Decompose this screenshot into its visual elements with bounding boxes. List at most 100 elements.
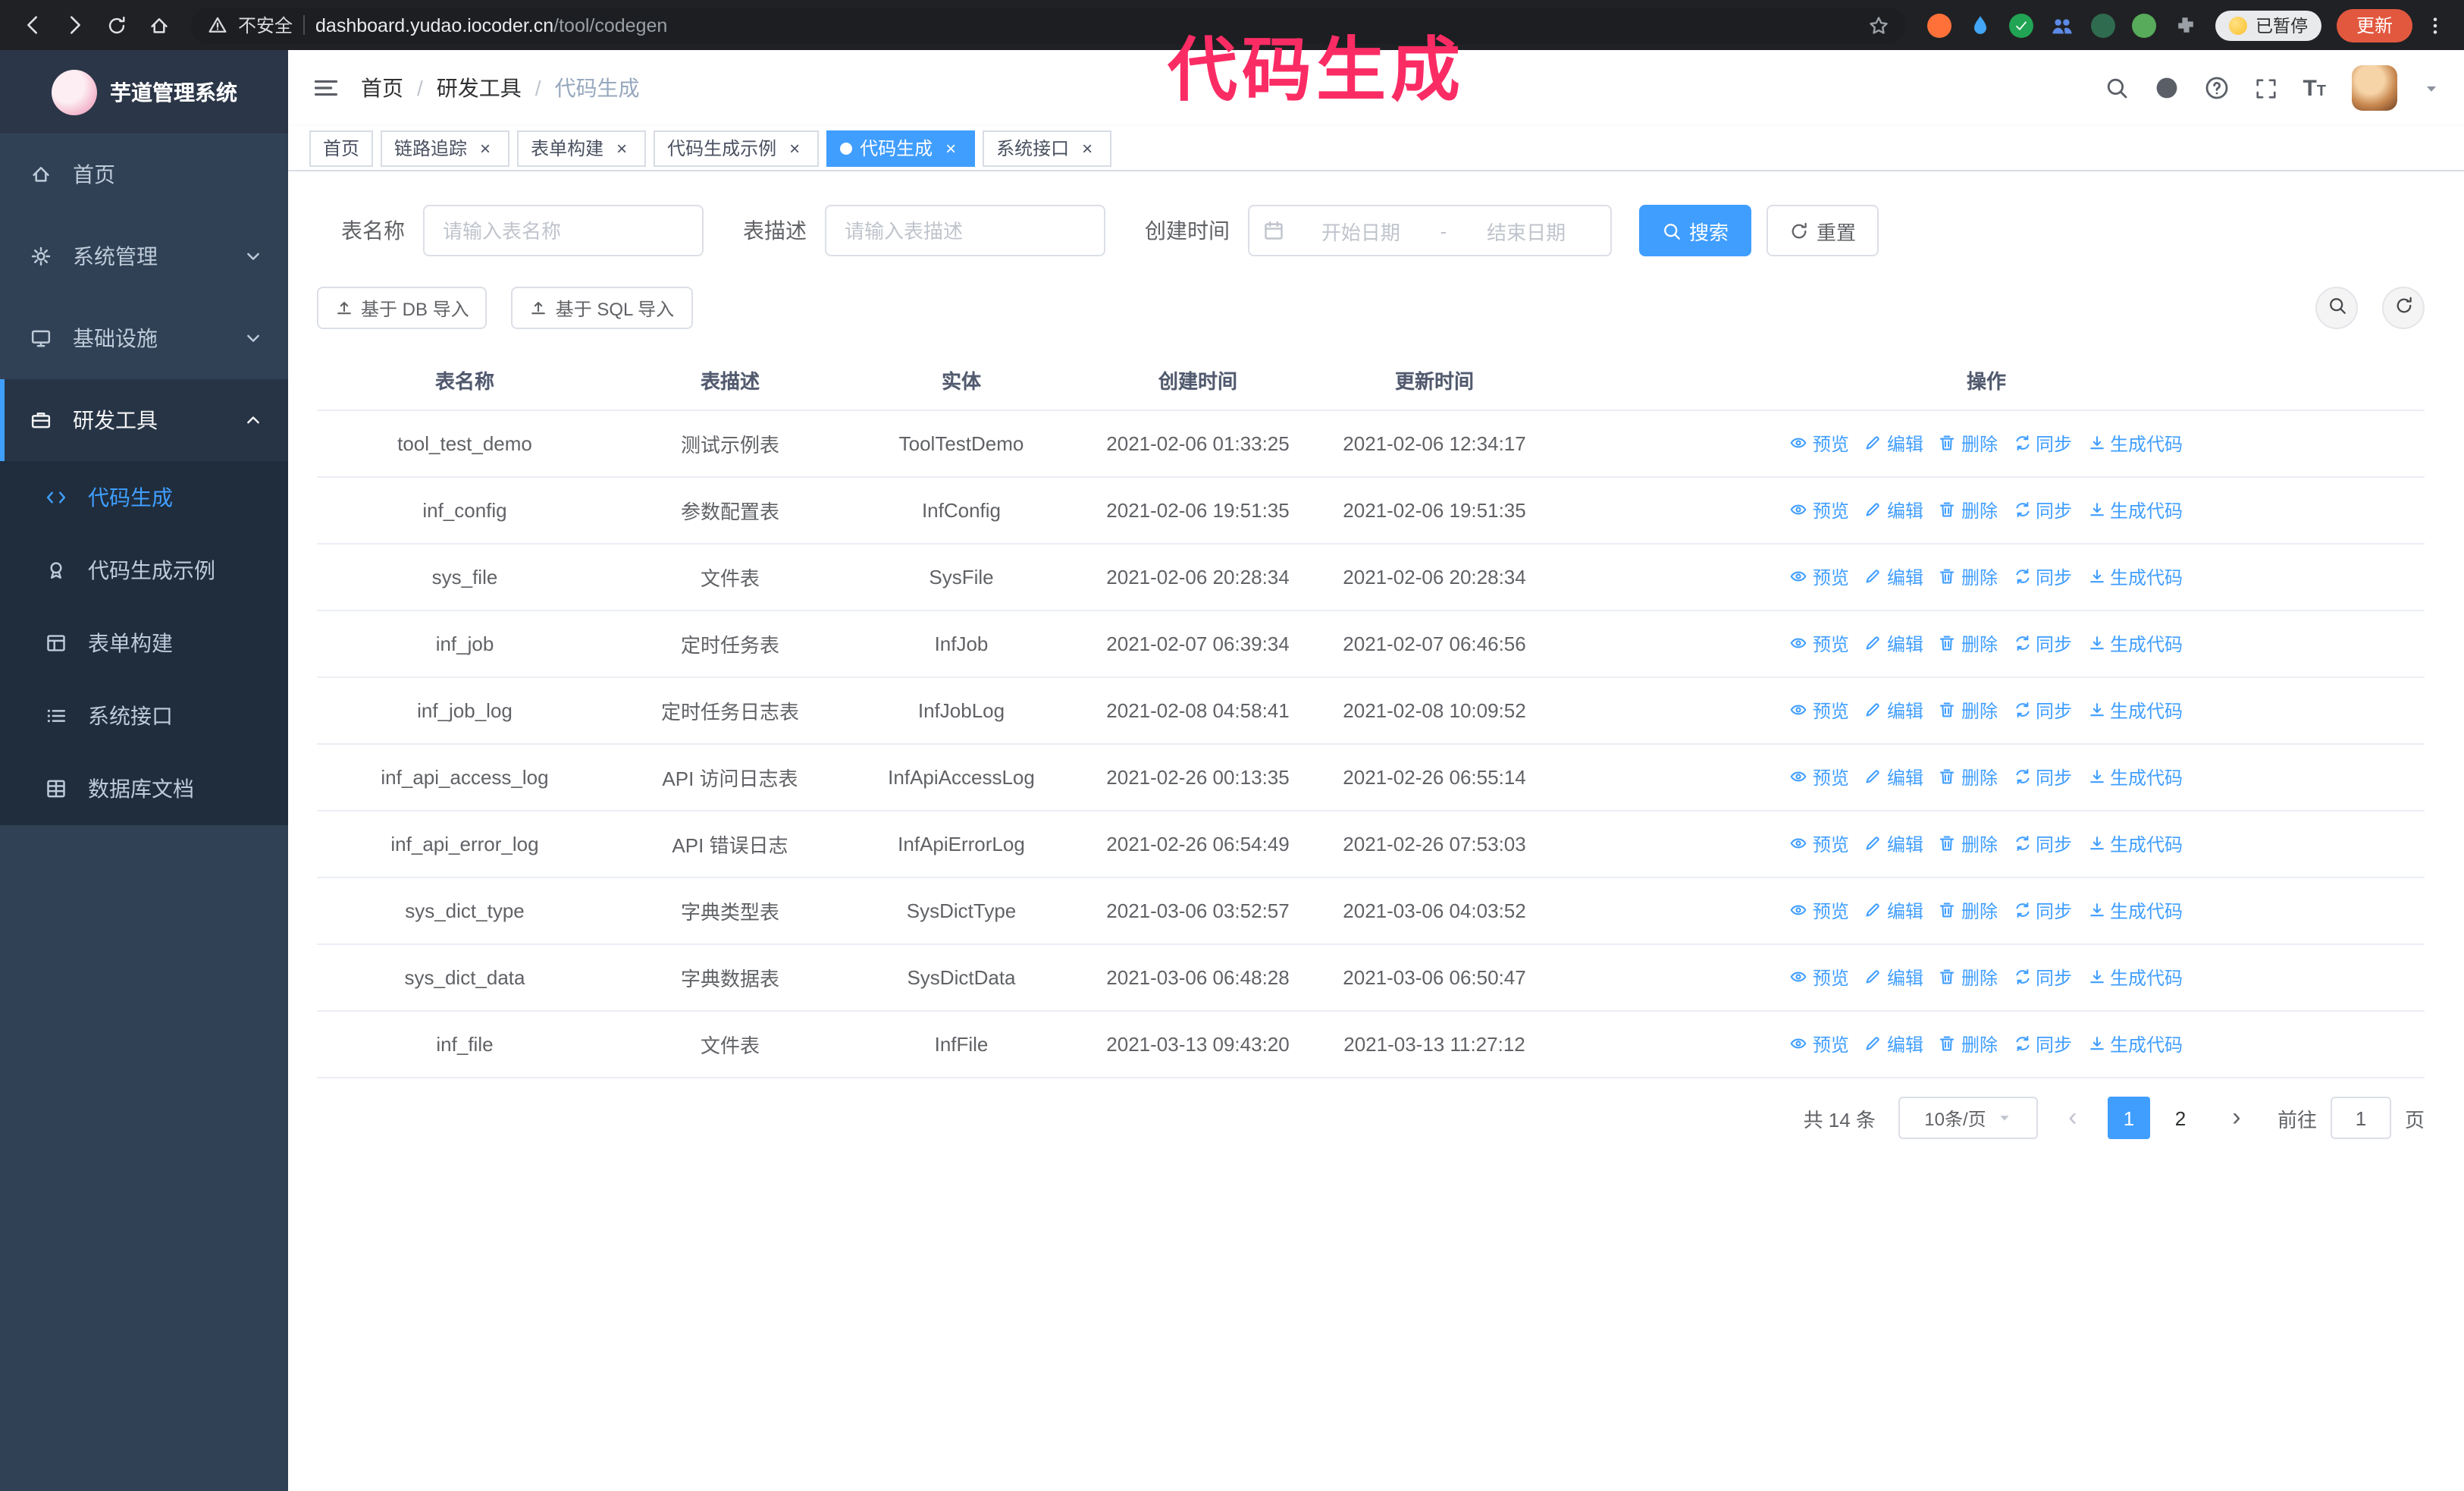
action-edit-link[interactable]: 编辑 bbox=[1864, 965, 1923, 990]
action-preview-link[interactable]: 预览 bbox=[1790, 898, 1849, 924]
sidebar-item-devtools[interactable]: 研发工具 bbox=[0, 379, 288, 461]
import-db-button[interactable]: 基于 DB 导入 bbox=[317, 287, 487, 329]
action-delete-link[interactable]: 删除 bbox=[1939, 564, 1998, 590]
tab-close-icon[interactable]: × bbox=[475, 137, 496, 159]
back-icon[interactable] bbox=[12, 5, 52, 45]
extension-people-icon[interactable] bbox=[2051, 13, 2075, 37]
user-avatar[interactable] bbox=[2352, 65, 2397, 111]
forward-icon[interactable] bbox=[55, 5, 94, 45]
reset-button[interactable]: 重置 bbox=[1766, 205, 1879, 256]
action-preview-link[interactable]: 预览 bbox=[1790, 498, 1849, 523]
search-icon[interactable] bbox=[2104, 76, 2128, 100]
prev-page-button[interactable]: ‹ bbox=[2052, 1097, 2094, 1139]
action-delete-link[interactable]: 删除 bbox=[1939, 1031, 1998, 1057]
sidebar-item-system[interactable]: 系统管理 bbox=[0, 215, 288, 297]
fullscreen-icon[interactable] bbox=[2254, 77, 2277, 99]
action-generate-link[interactable]: 生成代码 bbox=[2087, 698, 2183, 724]
bookmark-star-icon[interactable] bbox=[1869, 14, 1890, 36]
action-delete-link[interactable]: 删除 bbox=[1939, 431, 1998, 457]
action-delete-link[interactable]: 删除 bbox=[1939, 764, 1998, 790]
submenu-item-form-builder[interactable]: 表单构建 bbox=[0, 607, 288, 680]
browser-menu-icon[interactable] bbox=[2425, 14, 2446, 36]
action-sync-link[interactable]: 同步 bbox=[2013, 431, 2072, 457]
action-preview-link[interactable]: 预览 bbox=[1790, 831, 1849, 857]
action-preview-link[interactable]: 预览 bbox=[1790, 764, 1849, 790]
action-generate-link[interactable]: 生成代码 bbox=[2087, 631, 2183, 657]
action-sync-link[interactable]: 同步 bbox=[2013, 764, 2072, 790]
action-delete-link[interactable]: 删除 bbox=[1939, 965, 1998, 990]
action-generate-link[interactable]: 生成代码 bbox=[2087, 1031, 2183, 1057]
tab-home[interactable]: 首页 bbox=[309, 130, 374, 166]
page-size-select[interactable]: 10条/页 bbox=[1898, 1097, 2038, 1139]
action-preview-link[interactable]: 预览 bbox=[1790, 965, 1849, 990]
action-edit-link[interactable]: 编辑 bbox=[1864, 831, 1923, 857]
extension-check-icon[interactable] bbox=[2009, 13, 2034, 37]
submenu-item-codegen-example[interactable]: 代码生成示例 bbox=[0, 534, 288, 607]
action-sync-link[interactable]: 同步 bbox=[2013, 965, 2072, 990]
action-generate-link[interactable]: 生成代码 bbox=[2087, 764, 2183, 790]
action-sync-link[interactable]: 同步 bbox=[2013, 564, 2072, 590]
action-edit-link[interactable]: 编辑 bbox=[1864, 631, 1923, 657]
action-preview-link[interactable]: 预览 bbox=[1790, 631, 1849, 657]
extension-fox-icon[interactable] bbox=[1927, 13, 1952, 37]
paused-badge[interactable]: 已暂停 bbox=[2215, 10, 2321, 40]
action-delete-link[interactable]: 删除 bbox=[1939, 498, 1998, 523]
action-sync-link[interactable]: 同步 bbox=[2013, 631, 2072, 657]
sidebar-item-infra[interactable]: 基础设施 bbox=[0, 297, 288, 379]
font-size-icon[interactable]: TT bbox=[2303, 77, 2326, 99]
address-bar[interactable]: 不安全 dashboard.yudao.iocoder.cn/tool/code… bbox=[191, 7, 1907, 43]
action-edit-link[interactable]: 编辑 bbox=[1864, 498, 1923, 523]
action-edit-link[interactable]: 编辑 bbox=[1864, 898, 1923, 924]
tab-codegen[interactable]: 代码生成 × bbox=[826, 130, 976, 166]
extension-leaf-icon[interactable] bbox=[2132, 13, 2157, 37]
reload-icon[interactable] bbox=[97, 5, 136, 45]
tab-tracing[interactable]: 链路追踪 × bbox=[381, 130, 510, 166]
refresh-table-button[interactable] bbox=[2382, 287, 2425, 329]
tab-close-icon[interactable]: × bbox=[784, 137, 805, 159]
action-generate-link[interactable]: 生成代码 bbox=[2087, 831, 2183, 857]
breadcrumb-item-devtools[interactable]: 研发工具 bbox=[437, 73, 522, 103]
table-name-input[interactable] bbox=[423, 205, 704, 256]
action-preview-link[interactable]: 预览 bbox=[1790, 1031, 1849, 1057]
search-button[interactable]: 搜索 bbox=[1639, 205, 1752, 256]
submenu-item-db-doc[interactable]: 数据库文档 bbox=[0, 752, 288, 825]
extension-chart-icon[interactable] bbox=[2091, 13, 2116, 37]
action-delete-link[interactable]: 删除 bbox=[1939, 631, 1998, 657]
help-icon[interactable] bbox=[2204, 76, 2228, 100]
import-sql-button[interactable]: 基于 SQL 导入 bbox=[511, 287, 693, 329]
action-edit-link[interactable]: 编辑 bbox=[1864, 1031, 1923, 1057]
action-preview-link[interactable]: 预览 bbox=[1790, 431, 1849, 457]
next-page-button[interactable]: › bbox=[2215, 1097, 2258, 1139]
tab-close-icon[interactable]: × bbox=[611, 137, 632, 159]
action-sync-link[interactable]: 同步 bbox=[2013, 698, 2072, 724]
sidebar-item-home[interactable]: 首页 bbox=[0, 133, 288, 215]
action-generate-link[interactable]: 生成代码 bbox=[2087, 898, 2183, 924]
toggle-search-button[interactable] bbox=[2315, 287, 2358, 329]
app-logo[interactable]: 芋道管理系统 bbox=[0, 50, 288, 133]
action-delete-link[interactable]: 删除 bbox=[1939, 898, 1998, 924]
action-sync-link[interactable]: 同步 bbox=[2013, 1031, 2072, 1057]
action-sync-link[interactable]: 同步 bbox=[2013, 498, 2072, 523]
action-generate-link[interactable]: 生成代码 bbox=[2087, 498, 2183, 523]
extension-puzzle-icon[interactable] bbox=[2174, 13, 2198, 37]
page-button-2[interactable]: 2 bbox=[2159, 1097, 2202, 1139]
tab-api[interactable]: 系统接口 × bbox=[983, 130, 1112, 166]
action-edit-link[interactable]: 编辑 bbox=[1864, 698, 1923, 724]
github-icon[interactable] bbox=[2154, 76, 2178, 100]
table-desc-input[interactable] bbox=[825, 205, 1105, 256]
browser-home-icon[interactable] bbox=[140, 5, 179, 45]
action-preview-link[interactable]: 预览 bbox=[1790, 564, 1849, 590]
tab-form-builder[interactable]: 表单构建 × bbox=[517, 130, 647, 166]
action-edit-link[interactable]: 编辑 bbox=[1864, 764, 1923, 790]
action-edit-link[interactable]: 编辑 bbox=[1864, 564, 1923, 590]
action-sync-link[interactable]: 同步 bbox=[2013, 898, 2072, 924]
action-edit-link[interactable]: 编辑 bbox=[1864, 431, 1923, 457]
action-generate-link[interactable]: 生成代码 bbox=[2087, 564, 2183, 590]
action-generate-link[interactable]: 生成代码 bbox=[2087, 431, 2183, 457]
extension-drop-icon[interactable] bbox=[1969, 13, 1993, 37]
update-button[interactable]: 更新 bbox=[2336, 8, 2412, 42]
submenu-item-codegen[interactable]: 代码生成 bbox=[0, 461, 288, 534]
date-range-picker[interactable]: 开始日期 - 结束日期 bbox=[1248, 205, 1612, 256]
action-generate-link[interactable]: 生成代码 bbox=[2087, 965, 2183, 990]
action-sync-link[interactable]: 同步 bbox=[2013, 831, 2072, 857]
